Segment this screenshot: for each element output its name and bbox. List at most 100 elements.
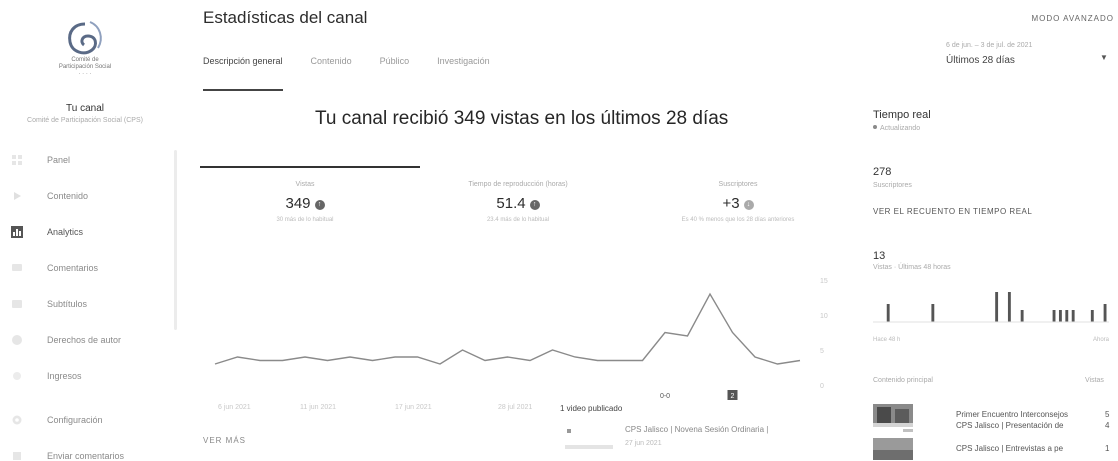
date-range-detail: 6 de jun. – 3 de jul. de 2021 [946,42,1033,49]
realtime-count-link[interactable]: VER EL RECUENTO EN TIEMPO REAL [873,207,1032,216]
metric-number: 51.4 [496,195,526,212]
data-point[interactable] [709,293,711,295]
data-point[interactable] [394,356,396,358]
page-title: Estadísticas del canal [203,8,368,27]
top-content-views: 4 [1105,421,1110,430]
realtime-bar[interactable] [886,304,890,322]
data-point[interactable] [551,349,553,351]
top-content-views: 1 [1105,444,1110,453]
data-point[interactable] [776,363,778,365]
data-point[interactable] [461,349,463,351]
tab-content[interactable]: Contenido [311,56,352,91]
sidebar-item-label: Configuración [47,415,103,425]
data-point[interactable] [574,356,576,358]
sidebar-item-panel[interactable]: Panel [0,142,170,178]
data-point[interactable] [529,359,531,361]
sidebar-item-settings[interactable]: Configuración [0,402,170,438]
x-axis-label: 11 jun 2021 [300,404,337,411]
data-point[interactable] [506,356,508,358]
channel-name: Comité de Participación Social (CPS) [27,117,143,124]
sidebar-item-income[interactable]: Ingresos [0,358,170,394]
metric-card-subscribers[interactable]: Suscriptores +3 ↓ Es 40 % menos que los 2… [633,181,843,223]
data-point[interactable] [484,359,486,361]
y-axis-tick: 15 [820,278,828,285]
comments-icon [12,264,22,271]
data-point[interactable] [731,331,733,333]
sidebar-item-label: Derechos de autor [47,335,122,345]
data-point[interactable] [754,356,756,358]
marker-label: 2 [731,393,735,400]
data-point[interactable] [236,356,238,358]
y-axis-tick: 5 [820,348,824,355]
tab-research[interactable]: Investigación [437,56,490,91]
x-axis-label: 17 jun 2021 [395,404,432,411]
analytics-icon [11,226,23,238]
sidebar-item-analytics[interactable]: Analytics [0,214,170,250]
data-point[interactable] [686,335,688,337]
sidebar-item-feedback[interactable]: Enviar comentarios [0,438,170,461]
advanced-mode-button[interactable]: MODO AVANZADO [1032,14,1115,23]
video-thumbnail[interactable] [565,427,613,451]
data-point[interactable] [304,356,306,358]
caret-down-icon[interactable]: ▼ [1100,53,1108,62]
top-content-title: CPS Jalisco | Entrevistas a pe [956,444,1064,453]
sidebar-item-comments[interactable]: Comentarios [0,250,170,286]
realtime-bar[interactable] [1090,310,1094,322]
top-content-views-header: Vistas [1085,377,1104,384]
realtime-bar[interactable] [931,304,935,322]
data-point[interactable] [259,359,261,361]
metric-card-watch-time[interactable]: Tiempo de reproducción (horas) 51.4 ↑ 23.… [413,181,623,223]
published-video-title[interactable]: CPS Jalisco | Novena Sesión Ordinaria | [625,425,768,434]
logo-caption: Comité de Participación Social · · · · [58,57,112,77]
metric-number: 349 [285,195,311,212]
dashboard-icon [12,155,22,165]
views-line[interactable] [214,292,801,365]
realtime-bar[interactable] [995,292,999,322]
data-point[interactable] [371,359,373,361]
realtime-bar-chart[interactable] [873,282,1109,334]
data-point[interactable] [439,363,441,365]
top-content-row[interactable]: CPS Jalisco | Entrevistas a pe 1 [873,438,1118,460]
sidebar-item-content[interactable]: Contenido [0,178,170,214]
data-point[interactable] [214,363,216,365]
data-point[interactable] [416,356,418,358]
realtime-bar[interactable] [1052,310,1056,322]
see-more-button[interactable]: VER MÁS [203,436,246,445]
arrow-up-icon: ↑ [529,200,540,210]
video-publish-marker[interactable]: 0-0 [660,390,670,400]
sidebar-scrollbar[interactable] [174,150,177,330]
realtime-views-count: 13 [873,250,886,262]
data-point[interactable] [664,331,666,333]
tab-overview[interactable]: Descripción general [203,56,283,91]
realtime-bar[interactable] [1007,292,1011,322]
metric-label: Vistas [295,181,315,188]
channel-label: Tu canal [66,103,104,114]
data-point[interactable] [349,356,351,358]
date-range-select[interactable]: Últimos 28 días [946,55,1015,66]
data-point[interactable] [619,359,621,361]
data-point[interactable] [281,359,283,361]
data-point[interactable] [326,359,328,361]
realtime-bar[interactable] [1065,310,1069,322]
top-content-row[interactable]: CPS Jalisco | Presentación de 4 [873,415,1118,437]
data-point[interactable] [596,359,598,361]
arrow-up-icon: ↑ [314,200,325,210]
realtime-bar[interactable] [1020,310,1024,322]
views-line-chart[interactable]: 15 10 5 0 0-0 2 [200,270,840,400]
metric-value: +3 ↓ [633,195,843,212]
metric-card-views[interactable]: Vistas 349 ↑ 30 más de lo habitual [200,181,410,223]
video-publish-marker[interactable]: 2 [727,390,738,400]
metric-comparison: 30 más de lo habitual [276,217,334,223]
realtime-bar[interactable] [1058,310,1062,322]
realtime-bar[interactable] [1071,310,1075,322]
video-thumbnail [873,423,913,432]
tab-audience[interactable]: Público [380,56,410,91]
metric-label: Tiempo de reproducción (horas) [468,181,568,188]
metric-value: 51.4 ↑ [413,195,623,212]
live-dot-icon [873,125,877,129]
data-point[interactable] [641,359,643,361]
data-point[interactable] [799,359,801,361]
realtime-bar[interactable] [1103,304,1107,322]
sidebar-item-subtitles[interactable]: Subtítulos [0,286,170,322]
sidebar-item-copyright[interactable]: Derechos de autor [0,322,170,358]
